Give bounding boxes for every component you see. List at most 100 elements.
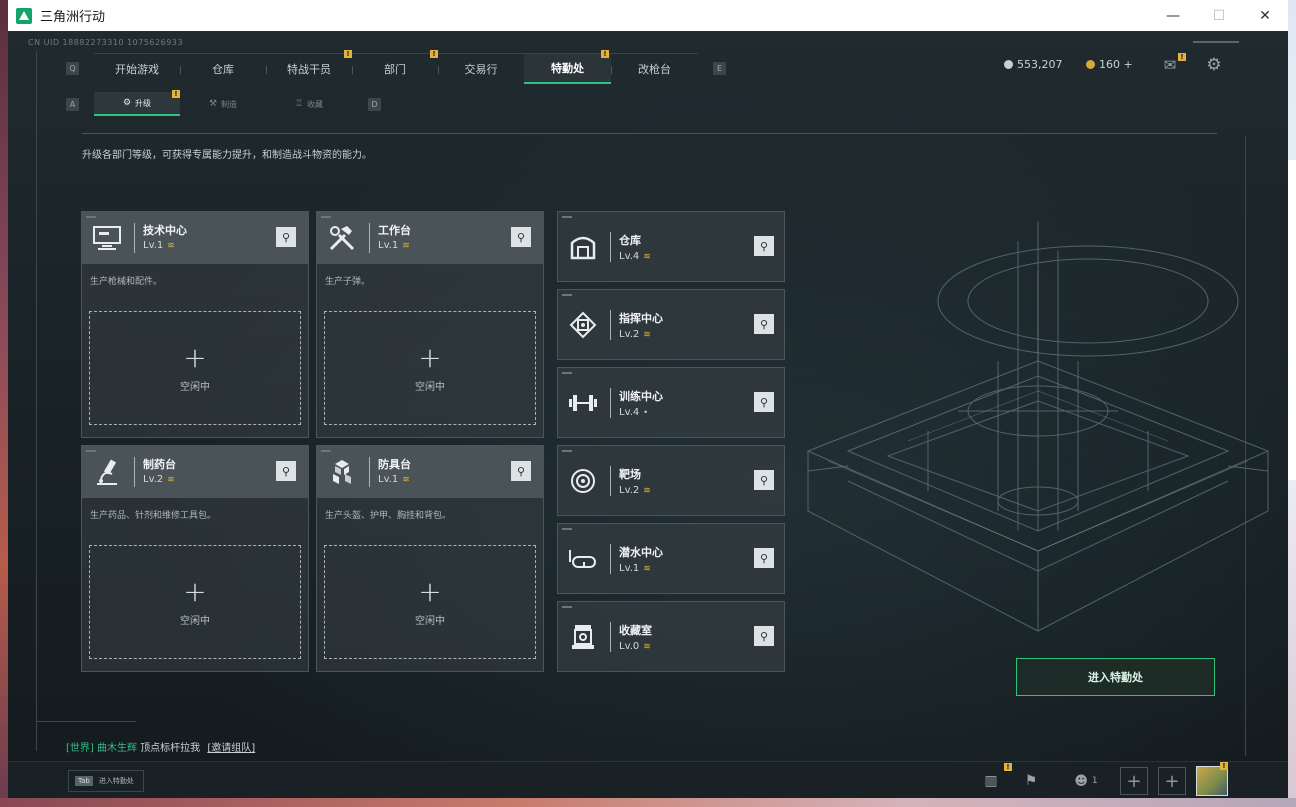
mail-button[interactable]: ✉ !	[1160, 53, 1186, 75]
flag-button[interactable]: ⚑	[1020, 767, 1042, 795]
plus-icon: +	[1126, 770, 1142, 792]
inspect-button[interactable]: ⚲	[754, 626, 774, 646]
add-teammate-slot-1[interactable]: +	[1120, 767, 1148, 795]
inspect-button[interactable]: ⚲	[276, 461, 296, 481]
facility-card-tech-center[interactable]: 技术中心 Lv.1 ≋ ⚲ 生产枪械和配件。 + 空闲中	[81, 211, 309, 438]
search-icon: ⚲	[759, 395, 769, 409]
tab-label: 特战干员	[287, 63, 331, 76]
corner-mark	[562, 372, 572, 374]
minimize-button[interactable]: —	[1150, 0, 1196, 31]
subnav-key-a: A	[66, 98, 79, 111]
inspect-button[interactable]: ⚲	[754, 236, 774, 256]
player-avatar[interactable]: !	[1196, 762, 1228, 796]
gold-currency[interactable]: 160 +	[1086, 58, 1133, 71]
level-text: Lv.1	[378, 474, 399, 485]
inspect-button[interactable]: ⚲	[754, 470, 774, 490]
chat-message: [世界] 曲木生辉 顶点标杆拉我 [邀请组队]	[66, 739, 255, 754]
facility-card-armor-bench[interactable]: 防具台 Lv.1 ≋ ⚲ 生产头盔、护甲、胸挂和背包。 + 空闲中	[316, 445, 544, 672]
notify-badge: !	[430, 50, 438, 58]
tab-gunsmith[interactable]: 改枪台	[611, 54, 698, 84]
facility-desc: 生产枪械和配件。	[90, 277, 163, 287]
facility-name: 收藏室	[619, 624, 652, 637]
facility-row-training-center[interactable]: 训练中心 Lv.4 • ⚲	[557, 367, 785, 438]
facility-name: 指挥中心	[619, 312, 663, 325]
facility-card-workbench[interactable]: 工作台 Lv.1 ≋ ⚲ 生产子弹。 + 空闲中	[316, 211, 544, 438]
main-nav: 开始游戏 仓库 特战干员! 部门! 交易行 特勤处! 改枪台	[94, 50, 698, 84]
silver-amount: 553,207	[1017, 58, 1063, 71]
tab-trading[interactable]: 交易行	[438, 54, 524, 84]
tab-label: 改枪台	[638, 63, 671, 76]
mail-badge: !	[1178, 53, 1186, 61]
plus-icon: +	[418, 340, 442, 374]
facility-name: 工作台	[378, 224, 411, 237]
notify-badge: !	[601, 50, 609, 58]
upgrade-chevron-icon: ≋	[402, 241, 410, 251]
subtab-collection[interactable]: ♖ 收藏	[266, 92, 352, 116]
inspect-button[interactable]: ⚲	[754, 548, 774, 568]
facility-row-shooting-range[interactable]: 靶场 Lv.2 ≋ ⚲	[557, 445, 785, 516]
subtab-label: 收藏	[307, 99, 324, 109]
facility-level: Lv.4 •	[619, 407, 648, 418]
facility-level: Lv.1 ≋	[619, 563, 651, 574]
facility-row-diving-center[interactable]: 潜水中心 Lv.1 ≋ ⚲	[557, 523, 785, 594]
facility-card-pharmacy[interactable]: 制药台 Lv.2 ≋ ⚲ 生产药品、针剂和维修工具包。 + 空闲中	[81, 445, 309, 672]
chat-text: 顶点标杆拉我	[140, 743, 201, 754]
stats-button[interactable]: ▥ !	[980, 763, 1012, 795]
production-slot[interactable]: + 空闲中	[89, 311, 301, 425]
corner-mark	[562, 294, 572, 296]
card-divider	[610, 466, 611, 496]
mail-icon: ✉	[1163, 56, 1177, 74]
armor-boxes-icon	[326, 456, 358, 488]
desktop-edge-left	[0, 0, 8, 807]
production-slot[interactable]: + 空闲中	[324, 545, 536, 659]
facility-row-collection-room[interactable]: 收藏室 Lv.0 ≋ ⚲	[557, 601, 785, 672]
corner-mark	[562, 216, 572, 218]
tab-warehouse[interactable]: 仓库	[180, 54, 266, 84]
level-text: Lv.4	[619, 407, 640, 418]
inspect-button[interactable]: ⚲	[754, 392, 774, 412]
close-button[interactable]: ✕	[1242, 0, 1288, 31]
plus-icon: +	[183, 340, 207, 374]
inspect-button[interactable]: ⚲	[276, 227, 296, 247]
upgrade-chevron-icon: ≋	[402, 475, 410, 485]
settings-button[interactable]: ⚙	[1204, 55, 1224, 75]
tools-icon	[326, 222, 358, 254]
inspect-button[interactable]: ⚲	[511, 461, 531, 481]
title-bar: 三角洲行动 — ☐ ✕	[8, 0, 1288, 31]
facility-row-warehouse[interactable]: 仓库 Lv.4 ≋ ⚲	[557, 211, 785, 282]
tab-label: 特勤处	[551, 62, 584, 75]
facility-row-command-center[interactable]: 指挥中心 Lv.2 ≋ ⚲	[557, 289, 785, 360]
facility-level: Lv.4 ≋	[619, 251, 651, 262]
subtab-upgrade[interactable]: ⚙ 升级 !	[94, 90, 180, 116]
warehouse-icon	[567, 231, 599, 263]
divider	[82, 133, 1217, 134]
plus-icon: +	[418, 574, 442, 608]
enter-special-ops-button[interactable]: 进入特勤处	[1016, 658, 1215, 696]
collection-tab-icon: ♖	[294, 99, 304, 109]
facility-name: 技术中心	[143, 224, 187, 237]
subtab-label: 制造	[221, 99, 238, 109]
maximize-button[interactable]: ☐	[1196, 0, 1242, 31]
subtab-label: 升级	[135, 98, 152, 108]
facility-name: 制药台	[143, 458, 176, 471]
card-divider	[610, 232, 611, 262]
friends-button[interactable]: ☻ 1	[1068, 767, 1104, 795]
chat-sender[interactable]: 曲木生辉	[97, 743, 137, 754]
tab-start-game[interactable]: 开始游戏	[94, 54, 180, 84]
tab-shortcut[interactable]: Tab 进入特勤处	[68, 770, 144, 792]
tab-operators[interactable]: 特战干员!	[266, 50, 352, 84]
facility-name: 仓库	[619, 234, 641, 247]
add-teammate-slot-2[interactable]: +	[1158, 767, 1186, 795]
production-slot[interactable]: + 空闲中	[324, 311, 536, 425]
inspect-button[interactable]: ⚲	[754, 314, 774, 334]
command-icon	[567, 309, 599, 341]
subtab-craft[interactable]: ⚒ 制造	[180, 92, 266, 116]
tab-special-ops[interactable]: 特勤处!	[524, 50, 611, 84]
production-slot[interactable]: + 空闲中	[89, 545, 301, 659]
tab-department[interactable]: 部门!	[352, 50, 438, 84]
inspect-button[interactable]: ⚲	[511, 227, 531, 247]
chat-channel[interactable]: [世界]	[66, 743, 94, 754]
tab-label: 部门	[384, 63, 406, 76]
level-text: Lv.4	[619, 251, 640, 262]
invite-team-link[interactable]: [邀请组队]	[207, 743, 255, 754]
